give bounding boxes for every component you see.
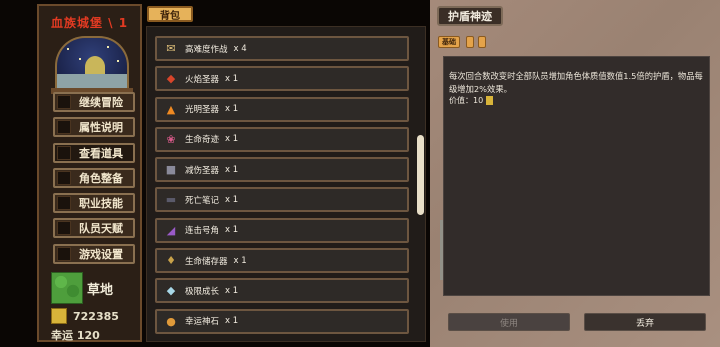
- scroll-icon: ✉: [166, 42, 176, 55]
- bag-item-row[interactable]: ◆ 火焰圣器 x 1: [155, 66, 409, 92]
- use-button[interactable]: 使用: [448, 313, 570, 331]
- game-settings-button[interactable]: 游戏设置: [53, 243, 135, 264]
- item-name: 光明圣器: [185, 105, 220, 116]
- item-detail-box: 每次回合数改变时全部队员增加角色体质值数值1.5倍的护盾，物品每级增加2%效果。…: [443, 56, 710, 296]
- item-quantity: x 1: [233, 255, 247, 266]
- member-talents-button[interactable]: 队员天赋: [53, 218, 135, 239]
- bag-item-row[interactable]: ▲ 光明圣器 x 1: [155, 96, 409, 122]
- light-relic-icon: ▲: [166, 102, 176, 116]
- basic-tag: 基础: [438, 36, 460, 48]
- coin-icon: [486, 96, 494, 105]
- level-title: 血族城堡 \ 1: [50, 16, 129, 30]
- bag-item-row[interactable]: ✉ 高难度作战 x 4: [155, 36, 409, 61]
- bag-panel: ✉ 高难度作战 x 4 ◆ 火焰圣器 x 1 ▲ 光明圣器 x 1 ❀ 生命奇迹 x 1 ■ 减伤圣器 x …: [146, 26, 426, 342]
- scrollbar[interactable]: [417, 135, 424, 215]
- attribute-info-button[interactable]: 属性说明: [53, 117, 135, 138]
- bag-item-row[interactable]: ❀ 生命奇迹 x 1: [155, 126, 409, 152]
- item-quantity: x 1: [225, 225, 239, 236]
- item-name: 死亡笔记: [185, 195, 220, 206]
- gold-amount: 722385: [73, 309, 119, 323]
- item-name: 高难度作战: [185, 44, 228, 55]
- gold-icon: [51, 308, 67, 324]
- bag-tab[interactable]: 背包: [147, 6, 193, 22]
- item-list: ✉ 高难度作战 x 4 ◆ 火焰圣器 x 1 ▲ 光明圣器 x 1 ❀ 生命奇迹 x 1 ■ 减伤圣器 x …: [155, 36, 409, 339]
- luck-value: 幸运 120: [51, 329, 100, 342]
- vessel-icon: ♦: [166, 254, 176, 268]
- continue-adventure-button[interactable]: 继续冒险: [53, 92, 135, 112]
- item-quantity: x 1: [225, 164, 239, 175]
- shield-relic-icon: ■: [165, 163, 177, 177]
- grass-terrain-icon: [51, 272, 83, 304]
- item-quantity: x 1: [225, 134, 239, 145]
- bag-item-row[interactable]: ◢ 连击号角 x 1: [155, 217, 409, 243]
- item-quantity: x 1: [225, 73, 239, 84]
- terrain-info: 草地: [51, 272, 113, 304]
- item-name: 火焰圣器: [185, 74, 220, 85]
- bag-item-row[interactable]: ▬ 死亡笔记 x 1: [155, 187, 409, 213]
- bag-item-row[interactable]: ◆ 极限成长 x 1: [155, 278, 409, 304]
- bag-item-row[interactable]: ● 幸运神石 x 1: [155, 308, 409, 334]
- item-quantity: x 1: [225, 104, 239, 115]
- crystal-icon: ◆: [166, 284, 176, 298]
- item-quantity: x 4: [233, 43, 247, 54]
- item-detail-title: 护盾神迹: [437, 6, 503, 26]
- castle-emblem: [55, 36, 129, 88]
- item-description: 每次回合数改变时全部队员增加角色体质值数值1.5倍的护盾，物品每级增加2%效果。: [449, 71, 703, 94]
- view-items-button[interactable]: 查看道具: [53, 142, 135, 163]
- item-quantity: x 1: [225, 194, 239, 205]
- sidebar: 血族城堡 \ 1 继续冒险 属性说明 查看道具 角色整备 职业技能 队员天赋 游…: [37, 4, 142, 342]
- character-setup-button[interactable]: 角色整备: [53, 167, 135, 188]
- item-name: 连击号角: [185, 226, 220, 237]
- horn-icon: ◢: [166, 223, 176, 237]
- luck-stone-icon: ●: [166, 314, 176, 328]
- item-quantity: x 1: [225, 316, 239, 327]
- drop-button[interactable]: 丢弃: [584, 313, 706, 331]
- fire-relic-icon: ◆: [166, 72, 176, 86]
- tag-slot: [478, 36, 486, 48]
- item-name: 生命奇迹: [185, 135, 220, 146]
- terrain-name: 草地: [87, 282, 114, 298]
- main-menu: 继续冒险 属性说明 查看道具 角色整备 职业技能 队员天赋 游戏设置: [53, 92, 135, 269]
- item-name: 幸运神石: [185, 317, 220, 328]
- item-name: 生命储存器: [185, 256, 228, 267]
- bag-item-row[interactable]: ♦ 生命储存器 x 1: [155, 248, 409, 274]
- item-price: 价值： 10: [449, 95, 494, 106]
- tag-slot: [466, 36, 474, 48]
- death-note-icon: ▬: [165, 193, 177, 207]
- item-quantity: x 1: [225, 285, 239, 296]
- life-miracle-icon: ❀: [166, 132, 176, 146]
- gold-info: 722385: [51, 308, 119, 324]
- item-name: 减伤圣器: [185, 165, 220, 176]
- item-name: 极限成长: [185, 286, 220, 297]
- class-skills-button[interactable]: 职业技能: [53, 193, 135, 214]
- bag-item-row[interactable]: ■ 减伤圣器 x 1: [155, 157, 409, 183]
